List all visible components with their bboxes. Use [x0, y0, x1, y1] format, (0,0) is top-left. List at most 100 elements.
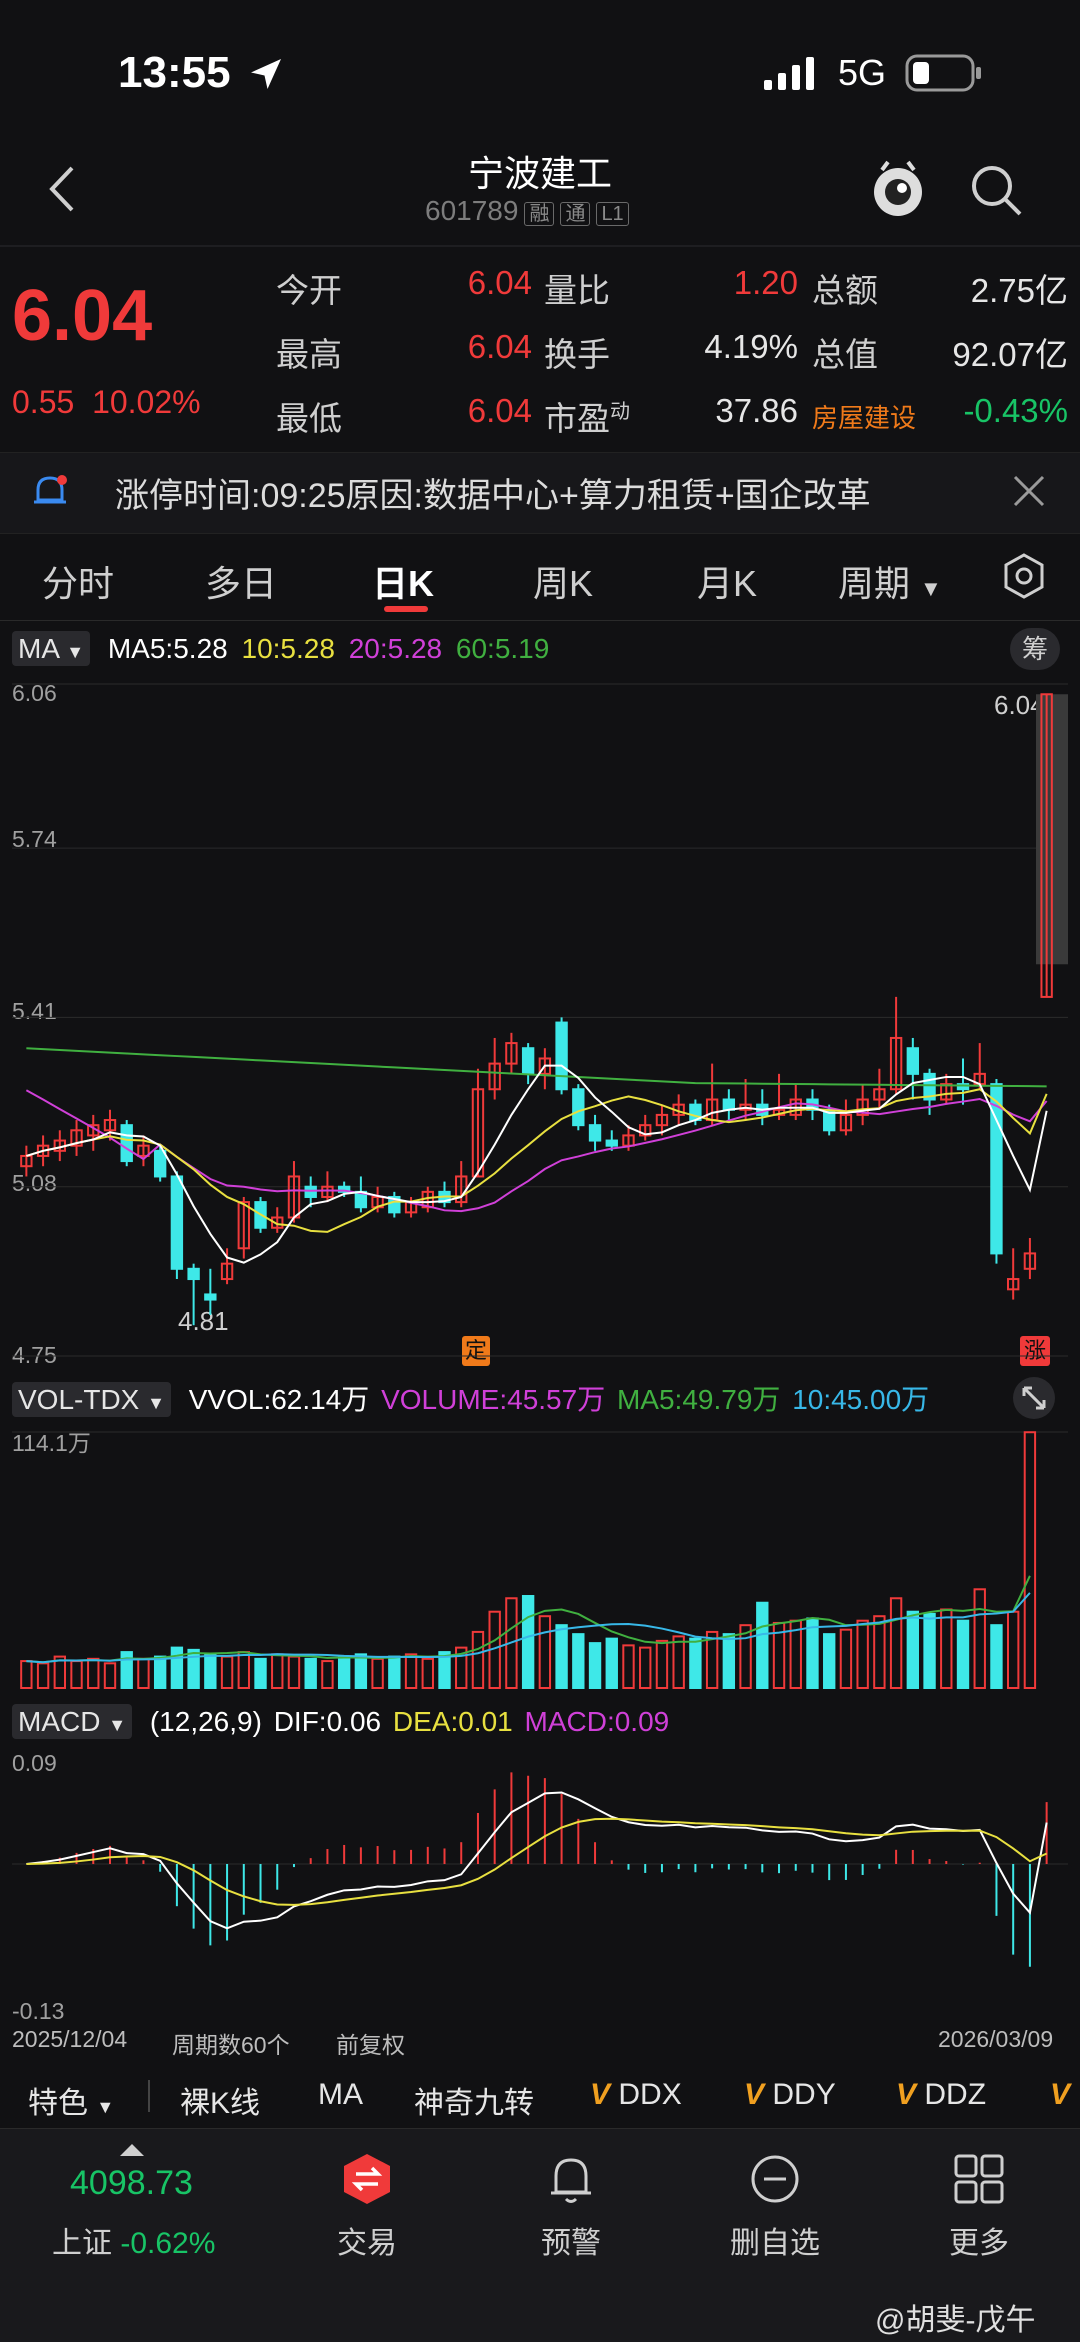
vol-ma5-value: MA5:49.79万: [616, 1384, 781, 1415]
nav-remove-favorite[interactable]: 删自选: [695, 2218, 855, 2262]
volume-bar-up: [889, 1597, 903, 1689]
amount-label: 总额: [812, 272, 878, 309]
volume-bar-up: [672, 1635, 685, 1690]
tab-monthly-k[interactable]: 月K: [697, 555, 757, 607]
index-summary[interactable]: 上证 -0.62%: [52, 2218, 215, 2262]
status-time: 13:55: [118, 48, 231, 97]
price-change: 0.55 10.02%: [12, 384, 201, 421]
toolbar-featured[interactable]: 特色 ▼: [28, 2078, 114, 2122]
volume-bar-up: [538, 1615, 552, 1689]
vol-header: VOL-TDX ▼ VVOL:62.14万 VOLUME:45.57万 MA5:…: [12, 1378, 929, 1418]
active-tab-indicator: [384, 606, 428, 612]
macd-selector[interactable]: MACD ▼: [12, 1704, 133, 1739]
expand-icon[interactable]: [1012, 1376, 1056, 1420]
candle-down: [187, 1267, 200, 1281]
vvol-value: VVOL:62.14万: [188, 1384, 370, 1415]
vol-selector[interactable]: VOL-TDX ▼: [12, 1382, 171, 1417]
tab-daily-k[interactable]: 日K: [372, 555, 434, 607]
volume-bar-down: [923, 1612, 936, 1689]
toolbar-ddx[interactable]: V DDX: [590, 2078, 682, 2112]
volume-bar-down: [990, 1624, 1003, 1690]
last-price: 6.04: [12, 276, 153, 356]
ma-selector[interactable]: MA ▼: [12, 631, 91, 666]
toolbar-ddz[interactable]: V DDZ: [896, 2078, 986, 2112]
candle-down: [906, 1047, 920, 1075]
alert-bell-icon[interactable]: [546, 2152, 596, 2206]
volume-bar-up: [940, 1608, 953, 1690]
mascot-icon[interactable]: [868, 158, 928, 220]
chevron-up-icon[interactable]: [118, 2142, 146, 2158]
chip-distribution-button[interactable]: 筹: [1010, 628, 1060, 670]
change-percent: 10.02%: [92, 384, 201, 420]
toolbar-ddy[interactable]: V DDY: [744, 2078, 836, 2112]
more-grid-icon[interactable]: [952, 2152, 1006, 2206]
location-arrow-icon: [251, 59, 281, 89]
x-axis-start: 2025/12/04: [12, 2026, 128, 2052]
volume-bar-up: [1007, 1610, 1020, 1689]
volume-bar-down: [689, 1637, 702, 1689]
volume-value: VOLUME:45.57万: [381, 1384, 606, 1415]
open-value: 6.04: [467, 264, 532, 301]
macd-params: (12,26,9): [149, 1706, 262, 1737]
volume-bar-up: [639, 1646, 652, 1690]
volume-bar-up: [87, 1657, 100, 1689]
sector-link[interactable]: 房屋建设: [812, 398, 916, 435]
candle-down: [304, 1185, 317, 1198]
vol-ma10-value: 10:45.00万: [792, 1384, 930, 1415]
index-value[interactable]: 4098.73: [70, 2164, 193, 2203]
candle-down: [722, 1098, 736, 1111]
tab-multiday[interactable]: 多日: [205, 555, 277, 607]
toolbar-bare-k[interactable]: 裸K线: [180, 2078, 260, 2122]
volume-bar-down: [388, 1655, 401, 1690]
divider: [148, 2080, 150, 2112]
macd-header: MACD ▼ (12,26,9) DIF:0.06 DEA:0.01 MACD:…: [12, 1704, 670, 1739]
volume-bar-down: [337, 1655, 351, 1690]
high-label: 最高: [276, 336, 342, 373]
close-icon[interactable]: [1012, 474, 1046, 508]
settings-hexagon-icon[interactable]: [1000, 552, 1048, 600]
volume-bar-down: [956, 1619, 970, 1690]
sector-change: -0.43%: [963, 392, 1068, 429]
stock-code-row: 601789 融通 L1: [425, 195, 629, 227]
notice-text: 涨停时间:09:25原因:数据中心+算力租赁+国企改革: [115, 477, 871, 515]
toolbar-ma[interactable]: MA: [318, 2078, 363, 2112]
macd-chart[interactable]: [0, 1748, 1080, 2024]
macd-value: MACD:0.09: [524, 1706, 670, 1737]
tab-intraday[interactable]: 分时: [42, 555, 114, 607]
toolbar-more-v[interactable]: V: [1050, 2078, 1070, 2112]
volume-chart[interactable]: [0, 1420, 1080, 1696]
adjust-mode[interactable]: 前复权: [336, 2026, 405, 2060]
volume-bar-up: [237, 1651, 250, 1690]
remove-favorite-icon[interactable]: [748, 2152, 802, 2206]
candle-down: [521, 1047, 535, 1075]
volume-bar-down: [304, 1657, 317, 1689]
volume-bar-down: [170, 1646, 184, 1690]
nav-alert[interactable]: 预警: [491, 2218, 651, 2262]
stock-code: 601789: [425, 195, 519, 226]
volume-bar-up: [20, 1660, 33, 1689]
volume-bar-up: [271, 1653, 284, 1689]
nav-trade[interactable]: 交易: [287, 2218, 447, 2262]
tab-period[interactable]: 周期 ▼: [838, 555, 942, 607]
volume-bar-down: [354, 1653, 368, 1689]
candlestick-chart[interactable]: [0, 676, 1080, 1372]
search-icon[interactable]: [968, 162, 1024, 218]
tab-weekly-k[interactable]: 周K: [533, 555, 593, 607]
trade-icon[interactable]: [340, 2152, 394, 2206]
dea-line: [26, 1817, 1048, 1906]
volume-bar-up: [287, 1655, 301, 1690]
volume-bar-up: [103, 1662, 117, 1690]
volume-bar-up: [873, 1615, 886, 1689]
volume-bar-down: [521, 1595, 535, 1689]
volume-ratio-value: 1.20: [733, 264, 798, 301]
volume-bar-up: [70, 1660, 83, 1689]
volume-bar-up: [421, 1657, 434, 1689]
toolbar-nine-turns[interactable]: 神奇九转: [414, 2078, 534, 2122]
nav-more[interactable]: 更多: [899, 2218, 1059, 2262]
signal-icon: [764, 57, 814, 90]
volume-bar-down: [572, 1633, 585, 1689]
volume-bar-down: [187, 1648, 200, 1689]
volume-bar-up: [321, 1660, 334, 1689]
volume-bar-up: [856, 1619, 869, 1690]
volume-bar-up: [973, 1588, 986, 1690]
